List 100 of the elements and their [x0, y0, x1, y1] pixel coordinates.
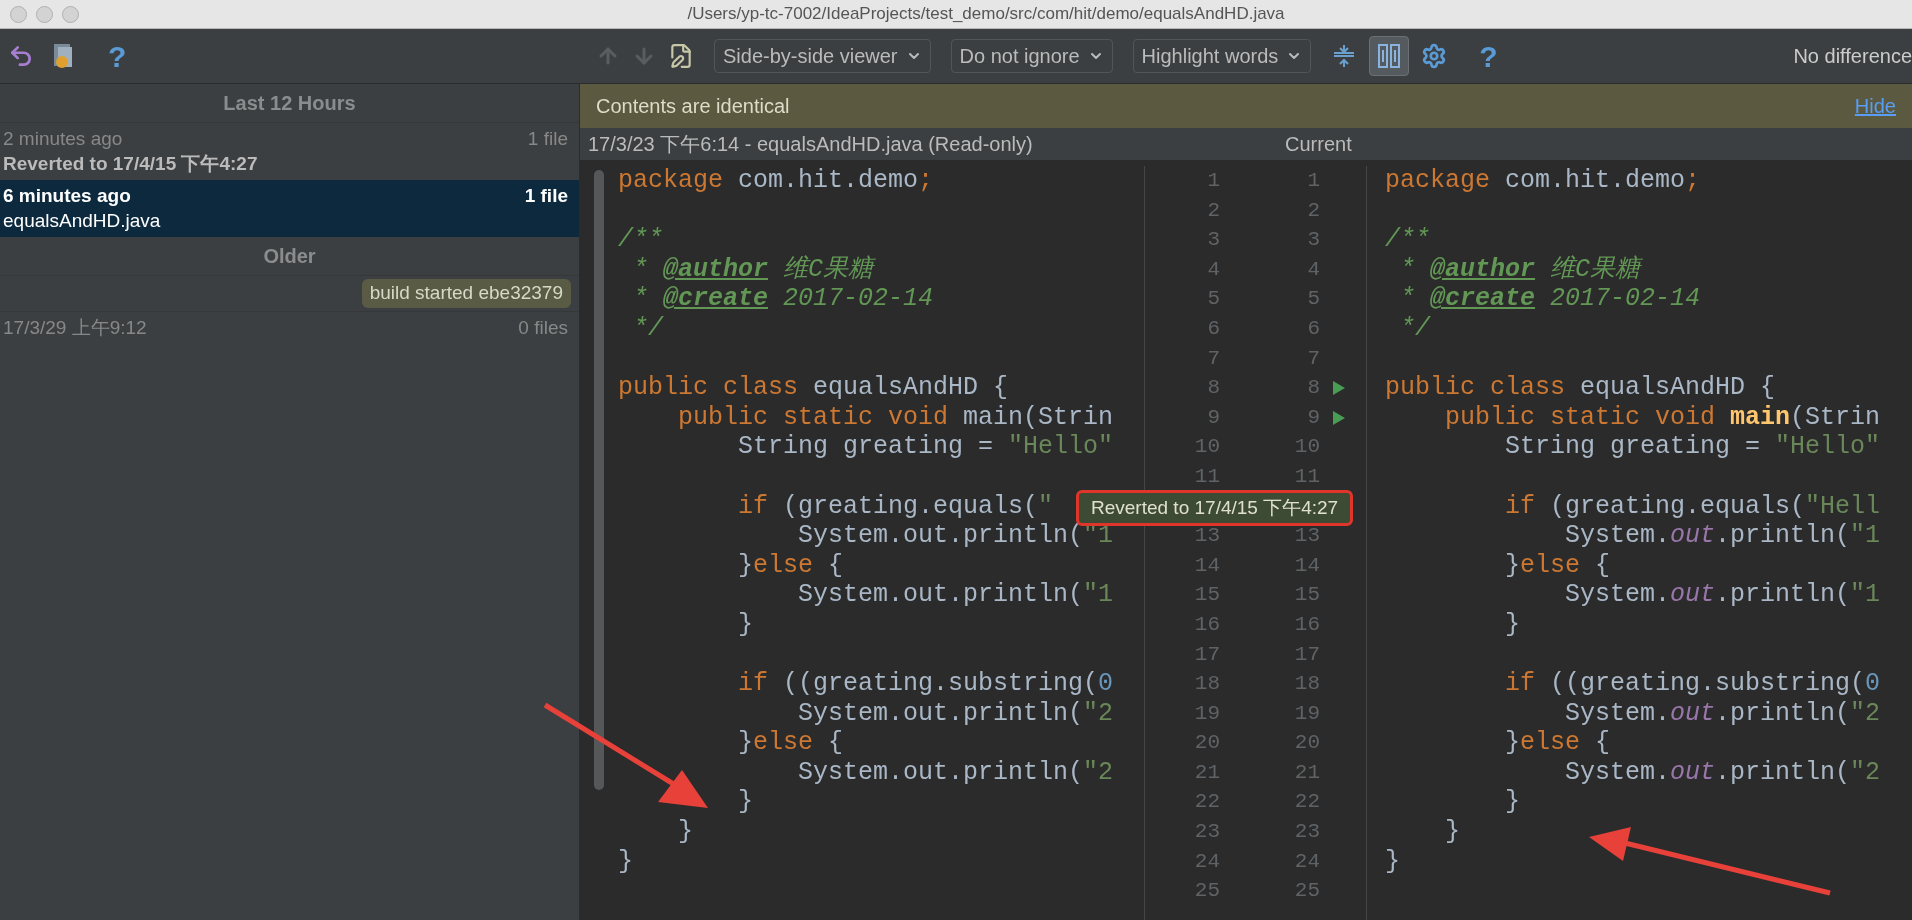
- code-line: package com.hit.demo;: [618, 166, 934, 195]
- line-number: 1: [1207, 169, 1220, 192]
- history-entry[interactable]: 17/3/29 上午9:12 0 files: [0, 311, 579, 343]
- code-line: System.out.println("1: [797, 580, 1114, 610]
- line-number: 24: [1294, 849, 1320, 873]
- left-pane-title: 17/3/23 下午6:14 - equalsAndHD.java (Read-only): [587, 132, 1034, 157]
- undo-icon[interactable]: [8, 43, 34, 69]
- entry-time: 17/3/29 上午9:12: [3, 315, 147, 340]
- entry-time: 2 minutes ago: [3, 127, 123, 151]
- sync-scroll-icon: [1377, 43, 1402, 69]
- line-number: 25: [1194, 879, 1220, 903]
- line-number: 18: [1194, 672, 1220, 696]
- code-line: System.out.println("2: [1564, 698, 1881, 728]
- line-number: 19: [1194, 701, 1220, 725]
- line-number: 20: [1194, 731, 1220, 755]
- line-number: 7: [1207, 346, 1220, 370]
- code-line: System.out.println("2: [797, 757, 1114, 787]
- code-line: String greating = "Hello": [737, 432, 1114, 462]
- line-number: 16: [1294, 612, 1320, 636]
- line-number: 6: [1307, 316, 1320, 340]
- group-header: Older: [263, 244, 316, 269]
- line-number: 10: [1194, 435, 1220, 459]
- code-line: }: [737, 609, 754, 639]
- history-entry[interactable]: 6 minutes ago 1 file equalsAndHD.java: [0, 180, 579, 237]
- status-text: No difference: [1793, 44, 1912, 69]
- code-line: * @create 2017-02-14: [1399, 284, 1701, 314]
- dropdown[interactable]: Side-by-side viewer: [714, 39, 931, 73]
- entry-title: equalsAndHD.java: [3, 209, 162, 233]
- code-line: */: [632, 313, 663, 343]
- line-number: 18: [1294, 672, 1320, 696]
- line-number: 8: [1307, 376, 1320, 400]
- scrollbar[interactable]: [594, 170, 604, 790]
- dropdown[interactable]: Highlight words: [1132, 39, 1312, 73]
- code-line: }: [1385, 846, 1400, 876]
- code-line: */: [1399, 313, 1430, 343]
- line-number: 19: [1294, 701, 1320, 725]
- line-number: 23: [1294, 820, 1320, 844]
- code-line: }else {: [737, 550, 844, 580]
- code-line: if (greating.equals("Hell: [1504, 491, 1881, 521]
- code-line: public class equalsAndHD {: [618, 373, 1009, 403]
- line-number: 22: [1294, 790, 1320, 814]
- line-number: 3: [1307, 228, 1320, 252]
- line-number: 4: [1207, 257, 1220, 281]
- history-entry[interactable]: 2 minutes ago 1 file Reverted to 17/4/15 下午4:27: [0, 123, 579, 180]
- line-number: 4: [1307, 257, 1320, 281]
- line-number: 15: [1194, 583, 1220, 607]
- code-line: }else {: [737, 728, 844, 758]
- code-line: /**: [618, 225, 663, 255]
- line-number: 7: [1307, 346, 1320, 370]
- line-number: 2: [1307, 198, 1320, 222]
- help-button[interactable]: ?: [108, 33, 127, 79]
- sync-scroll-toggle[interactable]: [1369, 36, 1410, 76]
- line-number: 6: [1207, 316, 1220, 340]
- code-line: }: [1504, 787, 1521, 817]
- run-icon[interactable]: [1332, 379, 1346, 396]
- line-number: 5: [1307, 287, 1320, 311]
- line-number: 3: [1207, 228, 1220, 252]
- group-header: Last 12 Hours: [223, 91, 356, 116]
- line-number: 5: [1207, 287, 1220, 311]
- line-number: 21: [1294, 760, 1320, 784]
- code-line: * @create 2017-02-14: [632, 284, 934, 314]
- code-line: /**: [1385, 225, 1430, 255]
- line-number: 17: [1294, 642, 1320, 666]
- line-number: 11: [1294, 464, 1320, 488]
- settings-icon[interactable]: [1421, 43, 1448, 69]
- line-number: 9: [1307, 405, 1320, 429]
- entry-title: Reverted to 17/4/15 下午4:27: [3, 152, 259, 176]
- line-number: 16: [1194, 612, 1220, 636]
- code-line: public static void main(Strin: [1444, 402, 1881, 432]
- help-button[interactable]: ?: [1479, 33, 1498, 79]
- code-line: if ((greating.substring(0: [1504, 669, 1881, 699]
- line-number: 2: [1207, 198, 1220, 222]
- code-line: }: [618, 846, 633, 876]
- right-pane-title: Current: [1285, 132, 1352, 157]
- line-number: 25: [1294, 879, 1320, 903]
- code-line: }: [1504, 609, 1521, 639]
- line-number: 24: [1194, 849, 1220, 873]
- code-line: if (greating.equals(": [737, 491, 1054, 521]
- line-number: 20: [1294, 731, 1320, 755]
- dropdown[interactable]: Do not ignore: [950, 39, 1113, 73]
- code-line: System.out.println("2: [797, 698, 1114, 728]
- line-number: 1: [1307, 169, 1320, 192]
- line-number: 10: [1294, 435, 1320, 459]
- code-line: }: [1444, 817, 1460, 847]
- code-line: }: [677, 817, 693, 847]
- entry-file-count: 1 file: [524, 184, 569, 208]
- entry-file-count: 1 file: [527, 127, 569, 151]
- code-line: if ((greating.substring(0: [737, 669, 1114, 699]
- run-icon[interactable]: [1332, 409, 1346, 426]
- code-line: * @author 维C果糖: [1399, 254, 1641, 284]
- line-number: 15: [1294, 583, 1320, 607]
- banner-message: Contents are identical: [596, 94, 790, 119]
- code-line: * @author 维C果糖: [632, 254, 874, 284]
- line-number: 13: [1194, 524, 1220, 548]
- line-number: 13: [1294, 524, 1320, 548]
- code-line: public static void main(Strin: [677, 402, 1114, 432]
- code-line: String greating = "Hello": [1504, 432, 1881, 462]
- entry-time: 6 minutes ago: [3, 184, 131, 208]
- edit-source-icon[interactable]: [668, 43, 694, 69]
- line-number: 14: [1294, 553, 1320, 577]
